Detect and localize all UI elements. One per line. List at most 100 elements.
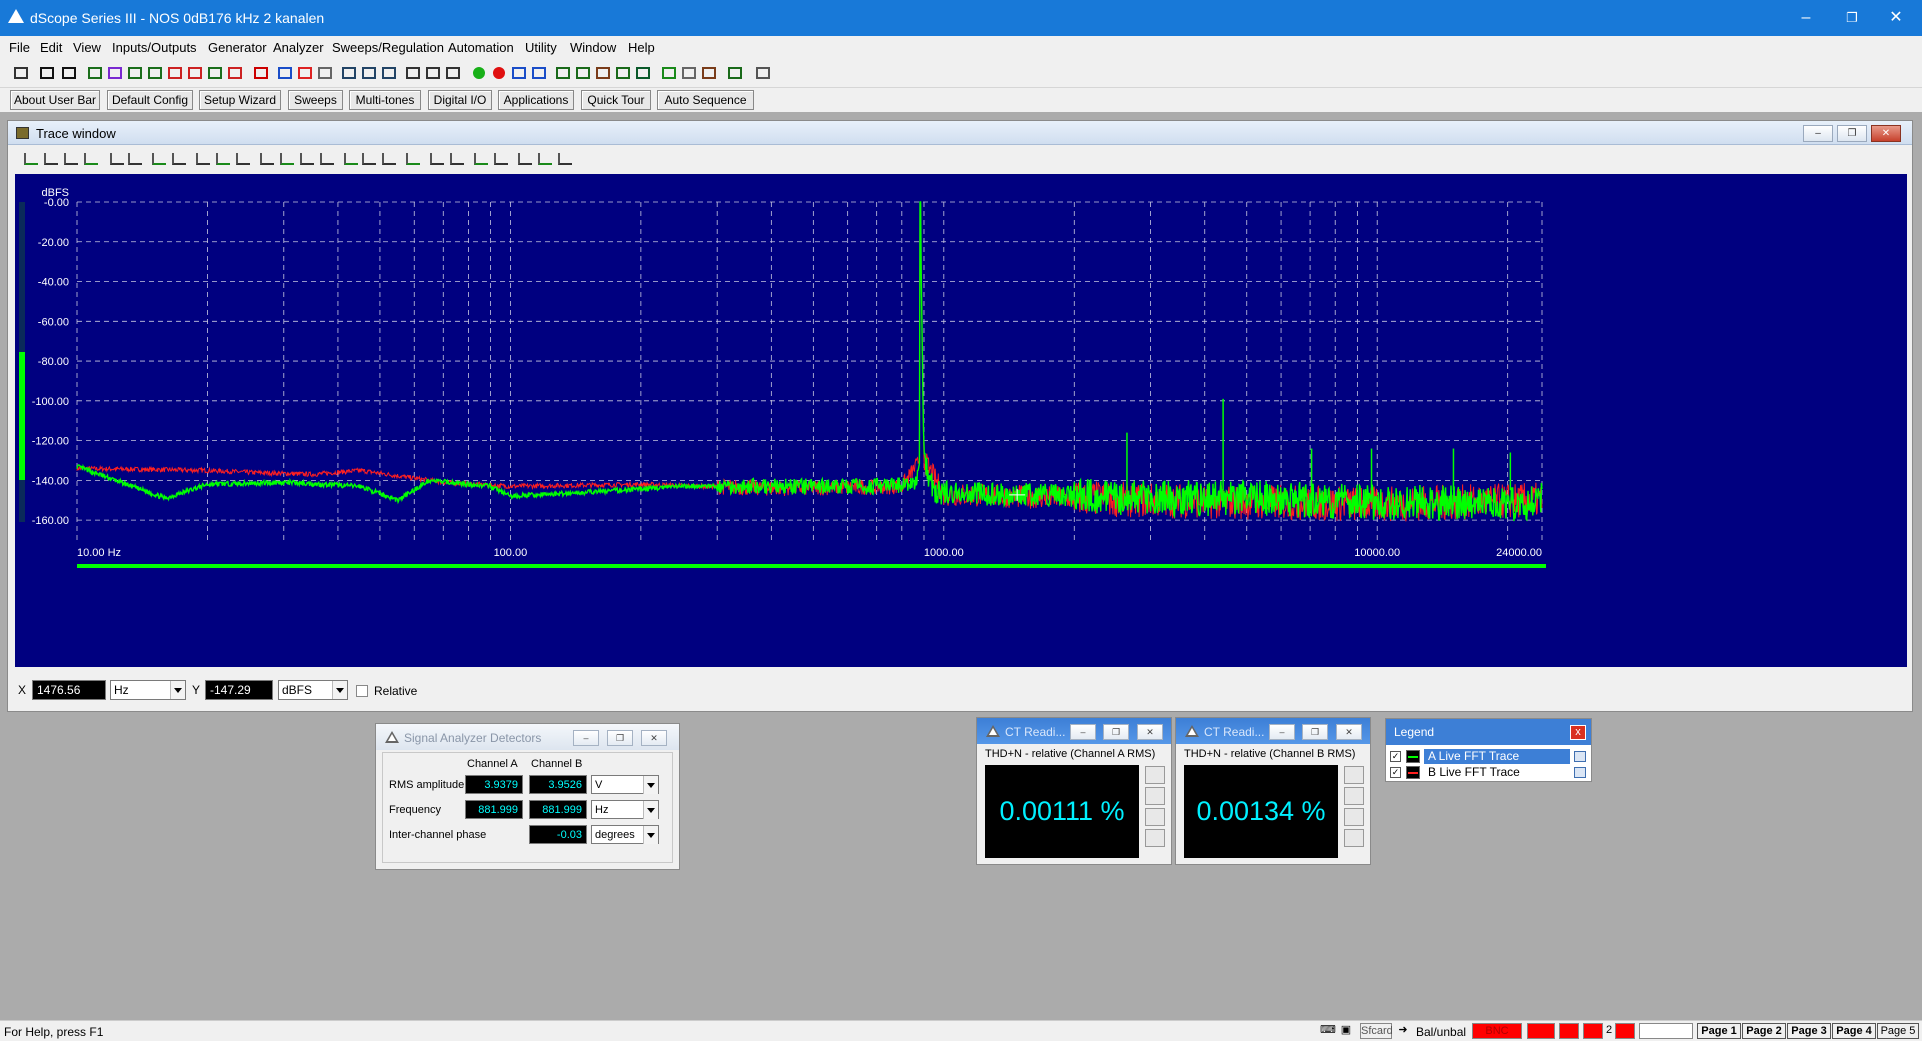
rms-unit-select[interactable]: V <box>591 775 659 794</box>
output-icon[interactable] <box>126 64 144 82</box>
ct-a-format-icon[interactable] <box>1145 766 1165 784</box>
menu-automation[interactable]: Automation <box>448 40 514 55</box>
menu-utility[interactable]: Utility <box>525 40 557 55</box>
sweep-icon[interactable] <box>296 64 314 82</box>
menu-help[interactable]: Help <box>628 40 655 55</box>
input-icon[interactable] <box>186 64 204 82</box>
trace-tool-icon[interactable] <box>342 150 360 168</box>
sweep-icon[interactable] <box>316 64 334 82</box>
trace-tool-icon[interactable] <box>380 150 398 168</box>
ct-a-close-icon[interactable]: ✕ <box>1137 724 1163 740</box>
trace-close-icon[interactable]: ✕ <box>1871 125 1901 142</box>
multi-tones-button[interactable]: Multi-tones <box>349 90 421 110</box>
ct-b-settings-icon[interactable] <box>1344 787 1364 805</box>
frequency-unit-select[interactable]: Hz <box>591 800 659 819</box>
legend-b-properties-icon[interactable] <box>1574 767 1586 778</box>
trace-tool-icon[interactable] <box>278 150 296 168</box>
trace-tool-icon[interactable] <box>22 150 40 168</box>
marker-icon[interactable] <box>680 64 698 82</box>
trace-tool-icon[interactable] <box>428 150 446 168</box>
minimize-icon[interactable]: – <box>1786 6 1826 30</box>
output-icon[interactable] <box>106 64 124 82</box>
trace-tool-icon[interactable] <box>360 150 378 168</box>
legend-item-b[interactable]: ✓ B Live FFT Trace <box>1388 765 1588 780</box>
trace-tool-icon[interactable] <box>472 150 490 168</box>
trace-tool-icon[interactable] <box>318 150 336 168</box>
trace-icon[interactable] <box>510 64 528 82</box>
trace-tool-icon[interactable] <box>126 150 144 168</box>
input-icon[interactable] <box>206 64 224 82</box>
ct-a-settings-icon[interactable] <box>1145 787 1165 805</box>
input-icon[interactable] <box>166 64 184 82</box>
ct-a-minimize-icon[interactable]: – <box>1070 724 1096 740</box>
page-2-tab[interactable]: Page 2 <box>1742 1023 1786 1039</box>
fft-plot[interactable]: -0.00 -20.00 -40.00 -60.00 -80.00 -100.00 -120… <box>15 174 1907 667</box>
menu-view[interactable]: View <box>73 40 101 55</box>
trace-tool-icon[interactable] <box>170 150 188 168</box>
ct-b-minimize-icon[interactable]: – <box>1269 724 1295 740</box>
x-unit-select[interactable]: Hz <box>110 680 186 700</box>
setup-wizard-button[interactable]: Setup Wizard <box>199 90 281 110</box>
trace-tool-icon[interactable] <box>214 150 232 168</box>
trace-tool-icon[interactable] <box>258 150 276 168</box>
trace-tool-icon[interactable] <box>404 150 422 168</box>
page-5-tab[interactable]: Page 5 <box>1877 1023 1919 1039</box>
x-cursor-value[interactable]: 1476.56 <box>32 680 106 700</box>
trace-tool-icon[interactable] <box>516 150 534 168</box>
marker-icon[interactable] <box>660 64 678 82</box>
fft-icon[interactable] <box>554 64 572 82</box>
relative-checkbox[interactable] <box>356 685 368 697</box>
sweep-icon[interactable] <box>276 64 294 82</box>
page-1-tab[interactable]: Page 1 <box>1697 1023 1741 1039</box>
marker-icon[interactable] <box>700 64 718 82</box>
auto-sequence-button[interactable]: Auto Sequence <box>657 90 754 110</box>
trace-tool-icon[interactable] <box>448 150 466 168</box>
trace-minimize-icon[interactable]: – <box>1803 125 1833 142</box>
menu-file[interactable]: File <box>9 40 30 55</box>
trace-restore-icon[interactable]: ❐ <box>1837 125 1867 142</box>
menu-generator[interactable]: Generator <box>208 40 267 55</box>
trace-tool-icon[interactable] <box>298 150 316 168</box>
close-icon[interactable]: ✕ <box>1876 6 1916 30</box>
quick-tour-button[interactable]: Quick Tour <box>581 90 651 110</box>
about-user-bar-button[interactable]: About User Bar <box>10 90 100 110</box>
ct-b-chart-icon[interactable] <box>1344 808 1364 826</box>
trace-icon[interactable] <box>530 64 548 82</box>
channel-icon[interactable] <box>424 64 442 82</box>
phase-unit-select[interactable]: degrees <box>591 825 659 844</box>
ct-b-format-icon[interactable] <box>1344 766 1364 784</box>
trace-tool-icon[interactable] <box>536 150 554 168</box>
y-cursor-value[interactable]: -147.29 <box>205 680 273 700</box>
default-config-button[interactable]: Default Config <box>107 90 193 110</box>
legend-close-icon[interactable]: x <box>1570 725 1586 740</box>
trace-tool-icon[interactable] <box>556 150 574 168</box>
page-3-tab[interactable]: Page 3 <box>1787 1023 1831 1039</box>
fft-icon[interactable] <box>574 64 592 82</box>
legend-item-a[interactable]: ✓ A Live FFT Trace <box>1388 749 1588 764</box>
restore-icon[interactable]: ❐ <box>1832 6 1872 30</box>
trace-tool-icon[interactable] <box>234 150 252 168</box>
save-all-icon[interactable] <box>60 64 78 82</box>
ct-a-chart-icon[interactable] <box>1145 808 1165 826</box>
legend-a-checkbox[interactable]: ✓ <box>1390 751 1401 762</box>
trace-tool-icon[interactable] <box>194 150 212 168</box>
menu-inputs-outputs[interactable]: Inputs/Outputs <box>112 40 197 55</box>
menu-analyzer[interactable]: Analyzer <box>273 40 324 55</box>
trace-tool-icon[interactable] <box>42 150 60 168</box>
ct-b-close-icon[interactable]: ✕ <box>1336 724 1362 740</box>
ct-b-arrows-icon[interactable] <box>1344 829 1364 847</box>
report-icon[interactable] <box>726 64 744 82</box>
applications-button[interactable]: Applications <box>498 90 574 110</box>
legend-b-checkbox[interactable]: ✓ <box>1390 767 1401 778</box>
display-icon[interactable] <box>380 64 398 82</box>
ct-b-restore-icon[interactable]: ❐ <box>1302 724 1328 740</box>
display-icon[interactable] <box>360 64 378 82</box>
trace-tool-icon[interactable] <box>62 150 80 168</box>
detectors-close-icon[interactable]: ✕ <box>641 730 667 746</box>
detectors-restore-icon[interactable]: ❐ <box>607 730 633 746</box>
y-unit-select[interactable]: dBFS <box>278 680 348 700</box>
menu-edit[interactable]: Edit <box>40 40 62 55</box>
open-icon[interactable] <box>12 64 30 82</box>
channel-icon[interactable] <box>444 64 462 82</box>
menu-sweeps-regulation[interactable]: Sweeps/Regulation <box>332 40 444 55</box>
